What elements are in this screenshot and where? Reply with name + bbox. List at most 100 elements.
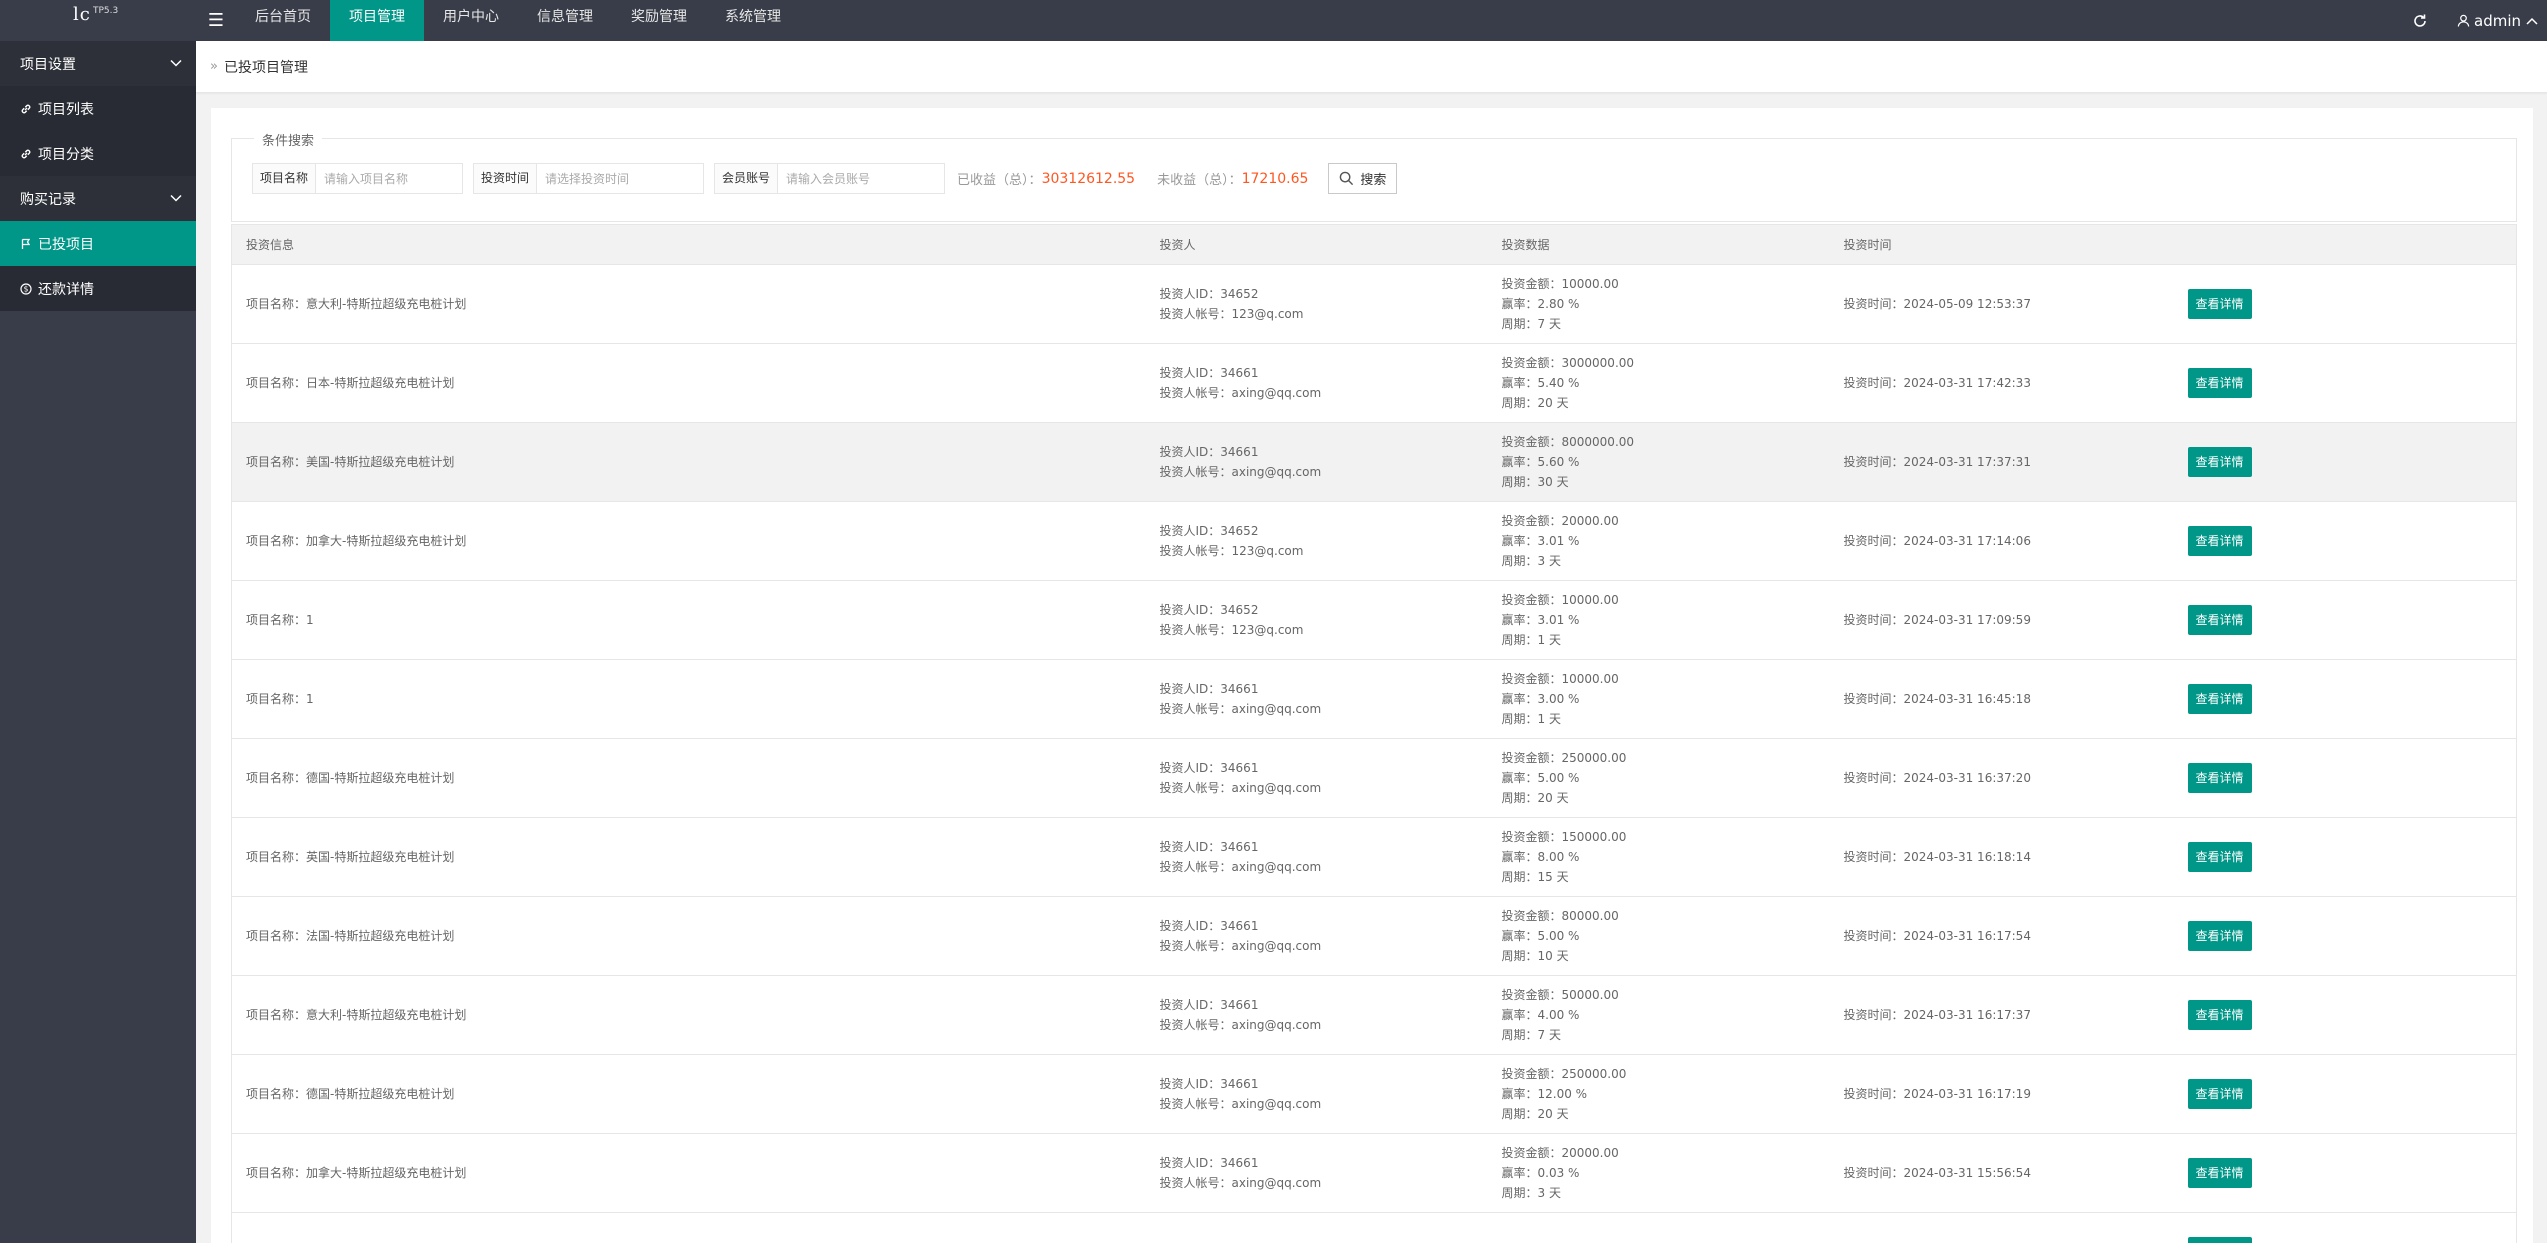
investor-id: 投资人ID：34661 <box>1159 366 1259 380</box>
view-detail-button[interactable]: 查看详情 <box>2187 1079 2252 1109</box>
member-account-field: 会员账号 <box>714 163 946 194</box>
view-detail-button[interactable]: 查看详情 <box>2187 605 2252 635</box>
member-account-input[interactable] <box>778 164 945 193</box>
sidebar-item-0-1[interactable]: 项目分类 <box>0 131 196 176</box>
cell-invest-data: 投资金额：250000.00 赢率：12.00 % 周期：20 天 <box>1487 1054 1830 1134</box>
nav-item-1[interactable]: 项目管理 <box>330 0 424 41</box>
invest-time-label: 投资时间 <box>474 164 538 193</box>
cell-invest-data: 投资金额：80000.00 赢率：5.00 % 周期：10 天 <box>1487 896 1830 976</box>
invest-rate: 赢率：4.00 % <box>1501 1008 1580 1022</box>
sidebar-item-1-0[interactable]: 已投项目 <box>0 221 196 266</box>
nav-item-4[interactable]: 奖励管理 <box>612 0 706 41</box>
invest-amount: 投资金额：20000.00 <box>1501 514 1619 528</box>
view-detail-button[interactable]: 查看详情 <box>2187 1158 2252 1188</box>
nav-item-5[interactable]: 系统管理 <box>706 0 800 41</box>
cell-actions: 查看详情 <box>2173 343 2517 423</box>
view-detail-button[interactable]: 查看详情 <box>2187 526 2252 556</box>
user-name: admin <box>2474 11 2521 30</box>
view-detail-button[interactable]: 查看详情 <box>2187 368 2252 398</box>
table-row: 项目名称：德国-特斯拉超级充电桩计划 投资人ID：34661 投资人帐号：axing… <box>231 738 2517 818</box>
nav-item-0[interactable]: 后台首页 <box>236 0 330 41</box>
unearned-total-label: 未收益（总）： <box>1157 173 1242 188</box>
invest-period: 周期：1 天 <box>1501 633 1561 647</box>
invest-time: 投资时间：2024-03-31 17:09:59 <box>1843 613 2031 627</box>
cell-project-name <box>231 1212 1146 1243</box>
invest-time-input[interactable] <box>537 164 704 193</box>
invest-amount: 投资金额：10000.00 <box>1501 593 1619 607</box>
sidebar-group-1[interactable]: 购买记录 <box>0 176 196 221</box>
cell-actions: 查看详情 <box>2173 264 2517 344</box>
project-name: 项目名称：1 <box>246 613 314 627</box>
cell-actions: 查看详情 <box>2173 896 2517 976</box>
cell-actions: 查看详情 <box>2173 1212 2517 1243</box>
menu-toggle-icon[interactable]: ☰ <box>196 0 236 41</box>
chevron-down-icon <box>170 55 182 67</box>
invest-rate: 赢率：5.00 % <box>1501 771 1580 785</box>
cell-invest-time: 投资时间：2024-03-31 16:45:18 <box>1829 659 2174 739</box>
sidebar-group-0[interactable]: 项目设置 <box>0 41 196 86</box>
cell-invest-time: 投资时间：2024-03-31 16:17:37 <box>1829 975 2174 1055</box>
invest-amount: 投资金额：10000.00 <box>1501 277 1619 291</box>
cell-invest-data: 投资金额：250000.00 赢率：5.00 % 周期：20 天 <box>1487 738 1830 818</box>
invest-time: 投资时间：2024-03-31 16:17:54 <box>1843 929 2031 943</box>
search-fieldset: 条件搜索 项目名称 投资时间 会员账号 已收益（总）： 30312612.55 … <box>231 130 2517 222</box>
view-detail-button[interactable]: 查看详情 <box>2187 921 2252 951</box>
view-detail-button[interactable]: 查看详情 <box>2187 684 2252 714</box>
invest-amount: 投资金额：250000.00 <box>1501 751 1627 765</box>
header-actions <box>2173 224 2517 265</box>
cell-invest-data: 投资金额：8000000.00 赢率：5.60 % 周期：30 天 <box>1487 422 1830 502</box>
cell-project-name: 项目名称：美国-特斯拉超级充电桩计划 <box>231 422 1146 502</box>
project-name: 项目名称：日本-特斯拉超级充电桩计划 <box>246 376 455 390</box>
view-detail-button[interactable]: 查看详情 <box>2187 1000 2252 1030</box>
invest-period: 周期：7 天 <box>1501 317 1561 331</box>
project-name: 项目名称：美国-特斯拉超级充电桩计划 <box>246 455 455 469</box>
cell-invest-time <box>1829 1212 2174 1243</box>
invest-period: 周期：20 天 <box>1501 396 1569 410</box>
invest-rate: 赢率：0.03 % <box>1501 1166 1580 1180</box>
search-button[interactable]: 搜索 <box>1328 163 1398 194</box>
investor-id: 投资人ID：34661 <box>1159 919 1259 933</box>
cell-investor: 投资人ID：34661 投资人帐号：axing@qq.com <box>1145 1133 1488 1213</box>
cell-investor: 投资人ID：34661 投资人帐号：axing@qq.com <box>1145 896 1488 976</box>
cell-actions: 查看详情 <box>2173 975 2517 1055</box>
logo[interactable]: lc TP5.3 <box>0 0 196 41</box>
logo-text: lc <box>73 4 91 25</box>
view-detail-button[interactable]: 查看详情 <box>2187 289 2252 319</box>
cell-invest-data: 投资金额：3000000.00 赢率：5.40 % 周期：20 天 <box>1487 343 1830 423</box>
project-name-label: 项目名称 <box>253 164 317 193</box>
link-icon <box>20 148 32 160</box>
chevron-up-icon <box>2526 17 2538 25</box>
nav-item-2[interactable]: 用户中心 <box>424 0 518 41</box>
cell-invest-data: 投资金额：10000.00 赢率：3.00 % 周期：1 天 <box>1487 659 1830 739</box>
search-icon <box>1340 171 1354 186</box>
invest-rate: 赢率：3.01 % <box>1501 534 1580 548</box>
user-menu[interactable]: admin <box>2445 0 2547 41</box>
view-detail-button[interactable]: 查看详情 <box>2187 763 2252 793</box>
sidebar-item-0-0[interactable]: 项目列表 <box>0 86 196 131</box>
cell-investor: 投资人ID：34661 <box>1145 1212 1488 1243</box>
investor-id: 投资人ID：34661 <box>1159 1156 1259 1170</box>
breadcrumb-separator: » <box>210 59 218 74</box>
view-detail-button[interactable]: 查看详情 <box>2187 1237 2252 1243</box>
cell-actions: 查看详情 <box>2173 659 2517 739</box>
cell-project-name: 项目名称：加拿大-特斯拉超级充电桩计划 <box>231 501 1146 581</box>
invest-rate: 赢率：5.40 % <box>1501 376 1580 390</box>
earned-total-value: 30312612.55 <box>1041 170 1136 187</box>
cell-invest-time: 投资时间：2024-03-31 16:18:14 <box>1829 817 2174 897</box>
investor-id: 投资人ID：34661 <box>1159 840 1259 854</box>
breadcrumb-current[interactable]: 已投项目管理 <box>224 57 308 77</box>
investor-account: 投资人帐号：axing@qq.com <box>1159 1176 1322 1190</box>
cell-investor: 投资人ID：34661 投资人帐号：axing@qq.com <box>1145 659 1488 739</box>
view-detail-button[interactable]: 查看详情 <box>2187 447 2252 477</box>
cell-investor: 投资人ID：34661 投资人帐号：axing@qq.com <box>1145 343 1488 423</box>
refresh-icon[interactable] <box>2395 0 2445 41</box>
investor-account: 投资人帐号：axing@qq.com <box>1159 1018 1322 1032</box>
nav-item-3[interactable]: 信息管理 <box>518 0 612 41</box>
invest-amount: 投资金额：8000000.00 <box>1501 435 1635 449</box>
cell-actions: 查看详情 <box>2173 501 2517 581</box>
project-name-input[interactable] <box>316 164 463 193</box>
cell-investor: 投资人ID：34661 投资人帐号：axing@qq.com <box>1145 422 1488 502</box>
view-detail-button[interactable]: 查看详情 <box>2187 842 2252 872</box>
top-header: lc TP5.3 ☰ 后台首页 项目管理 用户中心 信息管理 奖励管理 系统管理 admi… <box>0 0 2547 41</box>
sidebar-item-1-1[interactable]: $ 还款详情 <box>0 266 196 311</box>
